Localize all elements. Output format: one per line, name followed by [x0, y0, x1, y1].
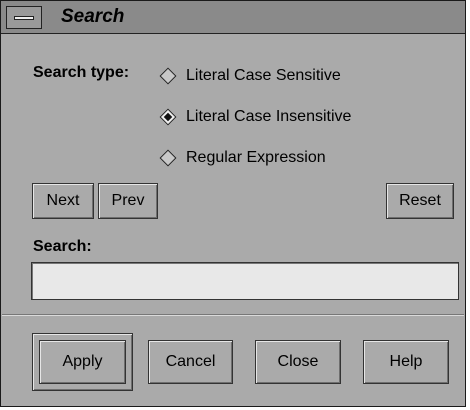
radio-diamond-icon: [159, 67, 177, 85]
search-input[interactable]: [31, 262, 459, 300]
separator: [2, 314, 464, 316]
search-type-label: Search type:: [33, 64, 130, 81]
next-button[interactable]: Next: [32, 183, 94, 219]
radio-label: Literal Case Sensitive: [186, 67, 341, 84]
radio-diamond-selected-icon: [159, 108, 177, 126]
search-dialog: Search Search type: Literal Case Sensiti…: [0, 0, 466, 407]
window-menu-icon[interactable]: [6, 6, 42, 29]
radio-literal-case-sensitive[interactable]: Literal Case Sensitive: [159, 67, 341, 85]
window-title: Search: [61, 6, 125, 27]
window-menu-bar: [14, 16, 34, 20]
close-button[interactable]: Close: [255, 340, 341, 384]
search-label: Search:: [33, 238, 92, 255]
reset-button[interactable]: Reset: [386, 183, 454, 219]
apply-button[interactable]: Apply: [39, 340, 126, 384]
radio-literal-case-insensitive[interactable]: Literal Case Insensitive: [159, 108, 352, 126]
radio-label: Regular Expression: [186, 149, 326, 166]
help-button[interactable]: Help: [363, 340, 449, 384]
prev-button[interactable]: Prev: [98, 183, 158, 219]
cancel-button[interactable]: Cancel: [148, 340, 233, 384]
radio-label: Literal Case Insensitive: [186, 108, 352, 125]
title-bar[interactable]: Search: [1, 1, 465, 34]
radio-diamond-icon: [159, 149, 177, 167]
radio-regular-expression[interactable]: Regular Expression: [159, 149, 326, 167]
